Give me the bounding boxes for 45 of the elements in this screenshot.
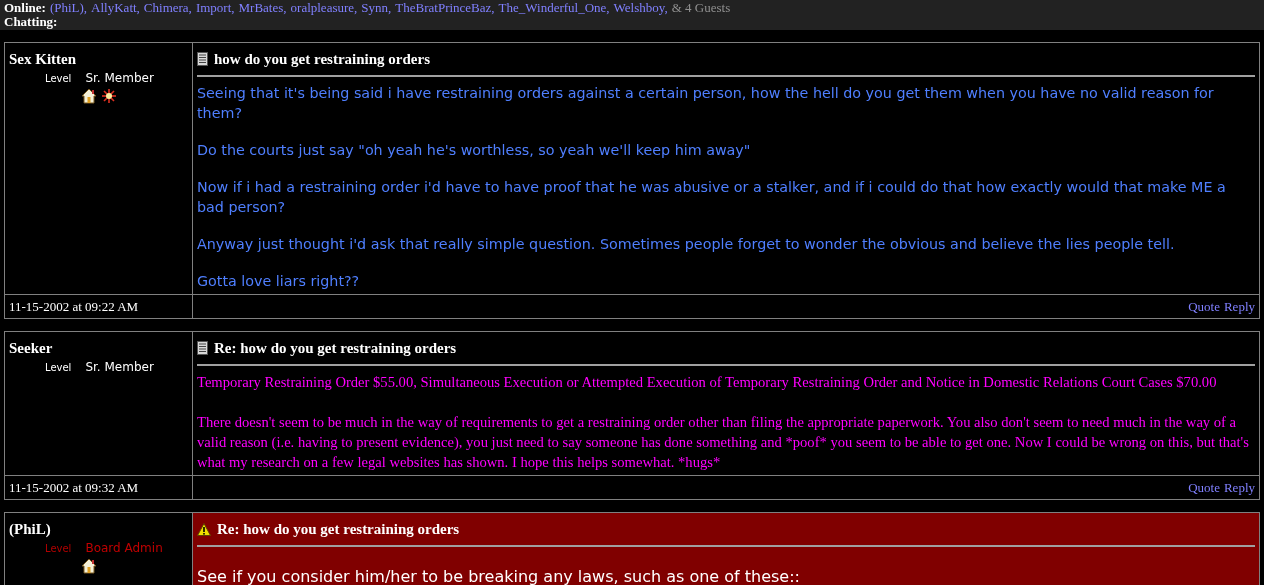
post-action-link[interactable]: Reply xyxy=(1223,296,1255,317)
online-user-link[interactable]: The_Winderful_One, xyxy=(498,1,610,15)
post-paragraph: See if you consider him/her to be breaking any laws, such as one of these:: xyxy=(197,567,801,585)
online-user-link[interactable]: oralpleasure, xyxy=(290,1,358,15)
warning-icon xyxy=(197,522,211,536)
post-action-link[interactable]: Quote xyxy=(1188,296,1220,317)
post-paragraph: Temporary Restraining Order $55.00, Simultaneous Execution or Attempted Execution of Temporary Restraining Order and Notice in Domestic Relations Court Cases $70.00 xyxy=(197,373,1218,392)
online-user-link[interactable]: TheBratPrinceBaz, xyxy=(395,1,495,15)
house-icon xyxy=(81,558,97,574)
author-name: Sex Kitten xyxy=(9,50,78,68)
author-name: (PhiL) xyxy=(9,520,52,538)
burst-icon xyxy=(101,88,117,104)
post-paragraph: There doesn't seem to be much in the way of requirements to get a restraining order other than filing the appropriate paperwork. You also don't seem to need much in the way of a valid reason (i.e. having to present evidence), you just need to say someone has done something and *poof* you seem to be able to get one. Now I could be wrong on this, but that's what my research on a few legal websites has shown. I hope this helps somewhat. *hugs* xyxy=(197,413,1250,472)
chatting-label: Chatting: xyxy=(4,14,58,29)
online-label: Online: xyxy=(4,1,46,15)
online-user-link[interactable]: AllyKatt, xyxy=(91,1,140,15)
member-rank: Board Admin xyxy=(85,540,163,557)
post-paragraph: Gotta love liars right?? xyxy=(197,272,361,291)
online-user-link[interactable]: MrBates, xyxy=(238,1,287,15)
post-date: 11-15-2002 at 09:22 AM xyxy=(9,297,139,316)
post-paragraph: Anyway just thought i'd ask that really simple question. Sometimes people forget to wonder the obvious and believe the lies people tell. xyxy=(197,235,1176,254)
post-paragraph: Now if i had a restraining order i'd have to have proof that he was abusive or a stalker, and if i could do that how exactly would that make ME a bad person? xyxy=(197,178,1227,217)
post-title: Re: how do you get restraining orders xyxy=(217,520,460,538)
post-paragraph: Seeing that it's being said i have restraining orders against a certain person, how the hell do you get them when you have no valid reason for them? xyxy=(197,84,1215,123)
online-user-link[interactable]: Welshboy, xyxy=(613,1,668,15)
post-action-link[interactable]: Reply xyxy=(1223,477,1255,498)
post-title: Re: how do you get restraining orders xyxy=(214,339,457,357)
level-label: Level xyxy=(45,72,72,86)
document-icon xyxy=(197,341,208,355)
member-rank: Sr. Member xyxy=(85,70,154,87)
level-label: Level xyxy=(45,542,72,556)
guest-count: & 4 Guests xyxy=(671,1,731,15)
member-rank: Sr. Member xyxy=(85,359,154,376)
online-user-link[interactable]: (PhiL), xyxy=(49,1,88,15)
post-date: 11-15-2002 at 09:32 AM xyxy=(9,478,139,497)
post-title: how do you get restraining orders xyxy=(214,50,430,68)
online-user-link[interactable]: Chimera, xyxy=(143,1,192,15)
online-user-link[interactable]: Import, xyxy=(195,1,235,15)
online-user-link[interactable]: Synn, xyxy=(361,1,392,15)
author-name: Seeker xyxy=(9,339,54,357)
post-paragraph: Do the courts just say "oh yeah he's worthless, so yeah we'll keep him away" xyxy=(197,141,752,160)
document-icon xyxy=(197,52,208,66)
house-icon xyxy=(81,88,97,104)
post-action-link[interactable]: Quote xyxy=(1188,477,1220,498)
level-label: Level xyxy=(45,361,72,375)
